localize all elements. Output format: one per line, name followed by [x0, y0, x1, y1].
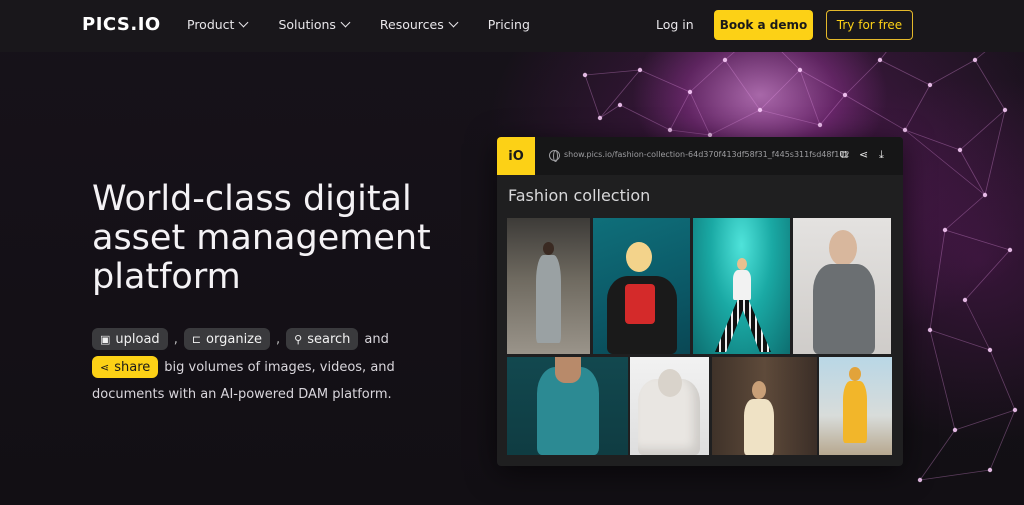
gallery-photo[interactable] [593, 218, 690, 354]
download-icon: ⤓ [879, 148, 884, 161]
share-icon: ⋖ [100, 360, 110, 374]
description-text-2: big volumes of images, videos, and [164, 359, 395, 375]
chevron-down-icon [448, 17, 459, 28]
upload-chip: ▣ upload [92, 328, 168, 350]
upload-chip-label: upload [115, 331, 160, 347]
organize-chip-label: organize [206, 331, 263, 347]
description-line-3: documents with an AI-powered DAM platfor… [92, 384, 412, 404]
try-free-button[interactable]: Try for free [826, 10, 913, 40]
gallery-photo[interactable] [793, 218, 891, 354]
nav-product-label: Product [187, 17, 235, 32]
gallery-photo[interactable] [507, 357, 628, 455]
mockup-toolbar: iO show.pics.io/fashion-collection-64d37… [497, 137, 903, 175]
search-icon: ⚲ [294, 332, 303, 346]
nav-solutions[interactable]: Solutions [278, 17, 351, 32]
collection-title: Fashion collection [508, 186, 651, 205]
nav-pricing[interactable]: Pricing [488, 17, 530, 32]
share-icon: ⋖ [859, 148, 869, 161]
login-link[interactable]: Log in [656, 17, 694, 32]
product-mockup: iO show.pics.io/fashion-collection-64d37… [497, 137, 903, 466]
gallery-photo[interactable] [630, 357, 709, 455]
nav-pricing-label: Pricing [487, 17, 530, 32]
hero-description: ▣ upload , ⊏ organize , ⚲ search and ⋖ s… [92, 328, 412, 410]
chevron-down-icon [340, 17, 351, 28]
gallery-photo[interactable] [712, 357, 817, 455]
book-demo-button[interactable]: Book a demo [714, 10, 813, 40]
image-upload-icon: ▣ [100, 332, 111, 346]
hero-title: World-class digital asset management pla… [92, 180, 472, 297]
description-text-3: documents with an AI-powered DAM platfor… [92, 386, 392, 402]
gallery-photo[interactable] [693, 218, 790, 354]
brand-logo[interactable]: PICS.IO [82, 14, 161, 35]
description-line-2: ⋖ share big volumes of images, videos, a… [92, 356, 412, 378]
comma-separator: , [276, 331, 281, 347]
mockup-logo: iO [497, 137, 535, 175]
share-chip: ⋖ share [92, 356, 159, 378]
gallery-photo[interactable] [507, 218, 590, 354]
search-chip-label: search [307, 331, 351, 347]
nav-resources-label: Resources [379, 17, 444, 32]
chevron-down-icon [239, 17, 249, 28]
search-chip: ⚲ search [286, 328, 359, 350]
mockup-url: show.pics.io/fashion-collection-64d370f4… [564, 150, 850, 159]
hero-title-line: asset management [92, 218, 431, 258]
copy-icon: ⧉ [840, 148, 848, 161]
globe-icon [549, 150, 560, 162]
nav-resources[interactable]: Resources [379, 17, 459, 32]
comma-separator: , [173, 331, 178, 347]
main-nav: Product Solutions Resources Pricing [187, 17, 561, 32]
organize-icon: ⊏ [191, 332, 202, 346]
and-text: and [364, 331, 389, 347]
gallery-photo[interactable] [819, 357, 892, 455]
share-chip-label: share [114, 359, 151, 375]
organize-chip: ⊏ organize [183, 328, 271, 350]
top-navigation: PICS.IO Product Solutions Resources Pric… [0, 0, 1024, 52]
nav-product[interactable]: Product [187, 17, 249, 32]
hero-title-line: platform [92, 257, 241, 297]
hero-title-line: World-class digital [92, 179, 412, 219]
nav-solutions-label: Solutions [278, 17, 336, 32]
description-line-1: ▣ upload , ⊏ organize , ⚲ search and [92, 328, 412, 350]
